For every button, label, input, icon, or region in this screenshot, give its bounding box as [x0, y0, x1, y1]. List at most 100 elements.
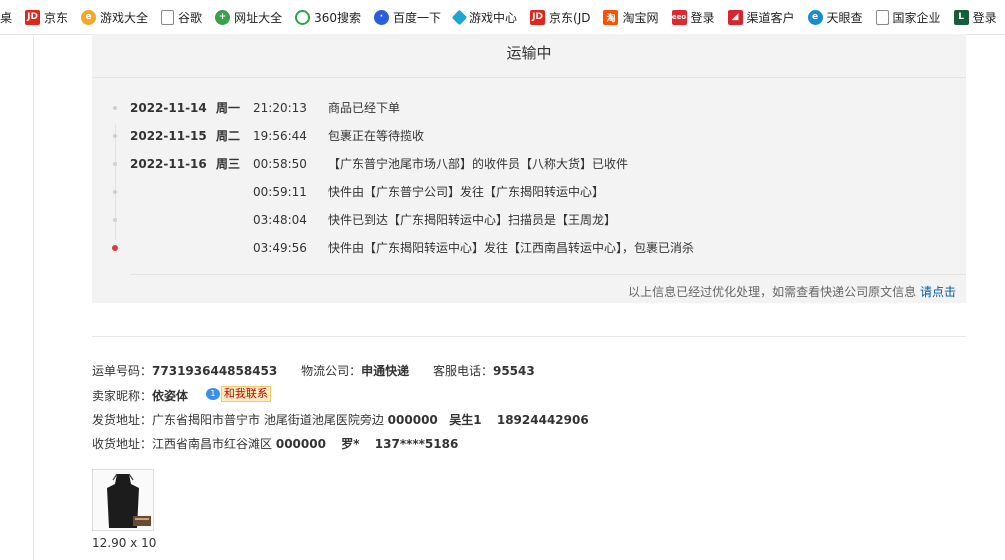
bookmark-label: 登录: [690, 10, 715, 25]
timeline-text: 商品已经下单: [328, 101, 401, 115]
bookmark-label: 游戏中心: [469, 10, 518, 25]
timeline-time: 21:20:13: [253, 101, 307, 115]
timeline-dot: [113, 134, 117, 138]
timeline-row: 00:59:11 快件由【广东普宁公司】发往【广东揭阳转运中心】: [92, 183, 966, 211]
timeline-dot: [113, 218, 117, 222]
bookmark-gov[interactable]: 国家企业: [870, 0, 948, 34]
bookmarks-bar: 桌 JD 京东 e 游戏大全 谷歌 + 网址大全 360搜索 · 百度一下 游戏…: [0, 0, 1005, 35]
left-divider: [33, 34, 34, 560]
bookmark-google[interactable]: 谷歌: [155, 0, 209, 34]
seller-info-row: 卖家昵称：依姿体 1 和我联系: [92, 385, 271, 405]
tracking-status: 运输中: [92, 34, 966, 78]
receiver-address: 江西省南昌市红谷滩区: [152, 437, 273, 451]
timeline-time: 00:58:50: [253, 157, 307, 171]
chat-bubble-icon: 1: [205, 387, 220, 400]
bookmark-label: 桌: [0, 10, 13, 25]
timeline-time: 03:48:04: [253, 213, 307, 227]
jd-icon: JD: [25, 9, 41, 25]
timeline-date: 2022-11-16: [130, 157, 207, 171]
timeline-time: 03:49:56: [253, 241, 307, 255]
receiver-address-label: 收货地址：: [92, 437, 153, 451]
receiver-name: 罗*: [341, 437, 360, 451]
receiver-address-row: 收货地址：江西省南昌市红谷滩区 000000 罗* 137****5186: [92, 435, 458, 452]
bookmark-label: 游戏大全: [100, 10, 149, 25]
l-logo-icon: L: [953, 9, 969, 25]
service-phone: 95543: [492, 364, 535, 378]
timeline-row: 2022-11-16 周三 00:58:50 【广东普宁池尾市场八部】的收件员【…: [92, 155, 966, 183]
document-icon: [875, 9, 889, 25]
shipment-info-row: 运单号码：773193644858453 物流公司：申通快递 客服电话：9554…: [92, 362, 535, 379]
bookmark-label: 登录: [972, 10, 997, 25]
bookmark-label: 京东(JD: [549, 10, 591, 25]
timeline-time: 00:59:11: [253, 185, 307, 199]
bookmark-login-2[interactable]: L 登录: [948, 0, 1004, 34]
bookmark-jd-2[interactable]: JD 京东(JD: [524, 0, 597, 34]
product-thumbnail[interactable]: [92, 469, 154, 531]
sender-name: 吴生1: [449, 413, 482, 427]
tracking-panel: 运输中 2022-11-14 周一 21:20:13 商品已经下单 2022-1…: [92, 34, 966, 303]
bookmark-channel[interactable]: ◢ 渠道客户: [722, 0, 802, 34]
contact-seller-label: 和我联系: [220, 385, 271, 402]
bookmark-game-center[interactable]: 游戏中心: [448, 0, 524, 34]
taobao-icon: 淘: [603, 9, 619, 25]
bookmark-label: 谷歌: [178, 10, 203, 25]
360-search-icon: [295, 9, 311, 25]
sender-address-row: 发货地址：广东省揭阳市普宁市 池尾街道池尾医院旁边 000000 吴生1 189…: [92, 411, 589, 428]
tianyancha-icon: e: [807, 9, 823, 25]
bookmark-label: 360搜索: [314, 10, 361, 25]
current-dot: [112, 245, 118, 251]
product-size: 12.90 x 10: [92, 536, 157, 550]
view-original-link[interactable]: 请点击: [920, 285, 956, 299]
game-icon: e: [81, 9, 97, 25]
tracking-note: 以上信息已经过优化处理，如需查看快递公司原文信息 请点击: [628, 283, 956, 300]
timeline-weekday: 周三: [216, 157, 241, 171]
timeline-weekday: 周一: [216, 101, 241, 115]
timeline-time: 19:56:44: [253, 129, 307, 143]
timeline-row: 03:48:04 快件已到达【广东揭阳转运中心】扫描员是【王周龙】: [92, 211, 966, 239]
bookmark-label: 网址大全: [234, 10, 283, 25]
carrier-label: 物流公司：: [301, 364, 362, 378]
document-icon: [161, 9, 175, 25]
apron-image: [93, 470, 153, 530]
bookmark-jd[interactable]: JD 京东: [19, 0, 75, 34]
section-divider: [92, 336, 966, 337]
sender-phone: 18924442906: [496, 413, 589, 427]
login-icon: eeo: [671, 9, 687, 25]
timeline-row: 2022-11-14 周一 21:20:13 商品已经下单: [92, 99, 966, 127]
bookmark-baidu[interactable]: · 百度一下: [368, 0, 448, 34]
carrier-name: 申通快递: [361, 364, 410, 378]
timeline-text: 【广东普宁池尾市场八部】的收件员【八称大货】已收件: [328, 157, 629, 171]
timeline-row: 2022-11-15 周二 19:56:44 包裹正在等待揽收: [92, 127, 966, 155]
bookmark-360[interactable]: 360搜索: [289, 0, 368, 34]
contact-seller-button[interactable]: 1 和我联系: [205, 385, 271, 402]
bookmark-url-list[interactable]: + 网址大全: [209, 0, 289, 34]
sender-zip: 000000: [387, 413, 438, 427]
timeline-text: 包裹正在等待揽收: [328, 129, 425, 143]
bookmark-partial[interactable]: 桌: [0, 0, 19, 34]
timeline-text: 快件已到达【广东揭阳转运中心】扫描员是【王周龙】: [328, 213, 617, 227]
jd-icon: JD: [530, 9, 546, 25]
bookmark-label: 百度一下: [392, 10, 441, 25]
baidu-paw-icon: ·: [373, 9, 389, 25]
bookmark-game[interactable]: e 游戏大全: [75, 0, 155, 34]
seller-label: 卖家昵称：: [92, 389, 153, 403]
tracking-number-label: 运单号码：: [92, 364, 153, 378]
receiver-phone: 137****5186: [374, 437, 459, 451]
timeline-text: 快件由【广东揭阳转运中心】发往【江西南昌转运中心】，包裹已消杀: [328, 241, 695, 255]
timeline-text: 快件由【广东普宁公司】发往【广东揭阳转运中心】: [328, 185, 605, 199]
bookmark-taobao[interactable]: 淘 淘宝网: [597, 0, 665, 34]
channel-icon: ◢: [727, 9, 743, 25]
bookmark-label: 淘宝网: [622, 10, 659, 25]
timeline-dot: [113, 106, 117, 110]
bookmark-tianyancha[interactable]: e 天眼查: [802, 0, 870, 34]
receiver-zip: 000000: [275, 437, 326, 451]
bookmark-label: 天眼查: [826, 10, 863, 25]
timeline-dot: [113, 162, 117, 166]
plus-circle-icon: +: [215, 9, 231, 25]
bookmark-label: 渠道客户: [746, 10, 795, 25]
bookmark-label: 京东: [44, 10, 69, 25]
timeline-weekday: 周二: [216, 129, 241, 143]
bookmark-login[interactable]: eeo 登录: [666, 0, 722, 34]
bookmark-label: 国家企业: [892, 10, 941, 25]
tracking-number: 773193644858453: [152, 364, 278, 378]
